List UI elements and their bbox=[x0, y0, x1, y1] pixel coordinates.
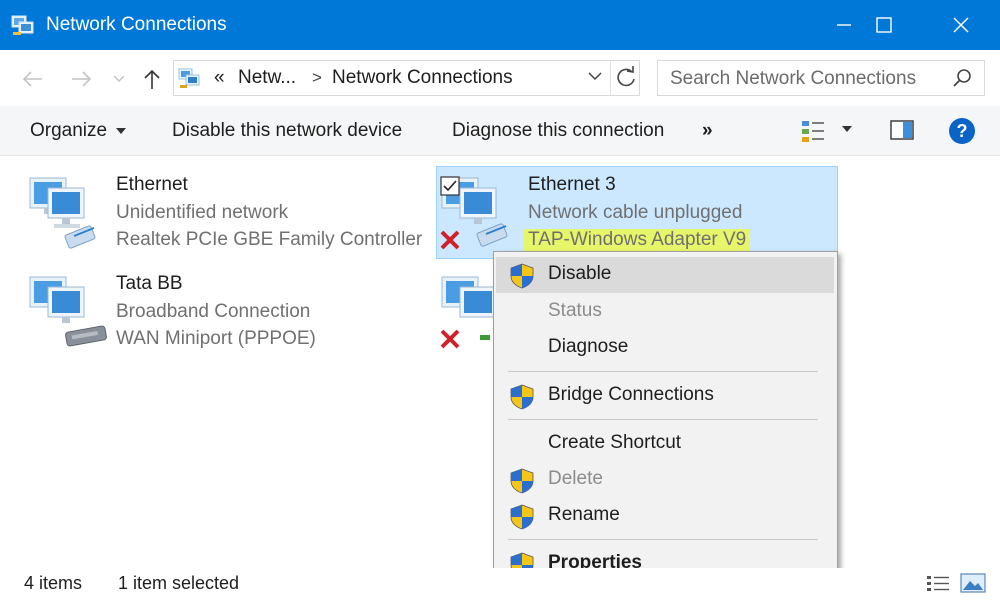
address-overflow-chevron[interactable]: « bbox=[214, 67, 225, 89]
menu-item-bridge-connections[interactable]: Bridge Connections bbox=[496, 378, 834, 414]
details-view-icon[interactable] bbox=[926, 574, 950, 594]
connection-item-ethernet[interactable]: Ethernet Unidentified network Realtek PC… bbox=[26, 174, 426, 258]
menu-item-status[interactable]: Status bbox=[496, 294, 834, 330]
up-arrow-icon bbox=[144, 69, 160, 89]
uac-shield-icon bbox=[510, 468, 534, 494]
context-menu: Disable Status Diagnose Bridge Connectio… bbox=[493, 251, 838, 590]
connection-device: WAN Miniport (PPPOE) bbox=[116, 328, 316, 349]
chevron-down-icon bbox=[113, 75, 125, 83]
connection-device: Realtek PCIe GBE Family Controller bbox=[116, 229, 423, 250]
refresh-icon[interactable] bbox=[614, 66, 638, 90]
menu-item-create-shortcut[interactable]: Create Shortcut bbox=[496, 426, 834, 462]
command-bar: Organize Disable this network device Dia… bbox=[0, 106, 1000, 156]
connection-name: Ethernet 3 bbox=[528, 174, 616, 195]
menu-item-delete[interactable]: Delete bbox=[496, 462, 834, 498]
network-folder-icon bbox=[11, 15, 34, 35]
uac-shield-icon bbox=[510, 504, 534, 530]
maximize-icon bbox=[876, 17, 892, 33]
menu-separator bbox=[508, 539, 818, 540]
menu-label: Bridge Connections bbox=[548, 384, 714, 405]
connection-name: Tata BB bbox=[116, 273, 183, 294]
connection-device-highlighted: TAP-Windows Adapter V9 bbox=[524, 229, 751, 251]
forward-arrow-icon bbox=[72, 71, 92, 87]
item-checkbox-icon[interactable] bbox=[440, 176, 460, 196]
address-divider bbox=[610, 61, 611, 95]
network-adapter-icon bbox=[29, 177, 96, 249]
uac-shield-icon bbox=[510, 263, 534, 289]
organize-button[interactable]: Organize bbox=[30, 120, 127, 142]
title-bar[interactable]: Network Connections bbox=[0, 0, 1000, 50]
window-title: Network Connections bbox=[46, 14, 227, 35]
menu-item-diagnose[interactable]: Diagnose bbox=[496, 330, 834, 366]
selection-count: 1 item selected bbox=[118, 573, 240, 593]
search-icon[interactable] bbox=[952, 68, 972, 88]
organize-label: Organize bbox=[30, 120, 108, 141]
search-input[interactable] bbox=[668, 65, 942, 93]
menu-label: Create Shortcut bbox=[548, 432, 682, 453]
status-bar: 4 items 1 item selected bbox=[0, 568, 1000, 603]
recent-locations-button[interactable] bbox=[110, 66, 128, 92]
connection-status: Broadband Connection bbox=[116, 301, 311, 322]
connection-item-ethernet-3[interactable]: Ethernet 3 Network cable unplugged TAP-W… bbox=[438, 174, 836, 258]
uac-shield-icon bbox=[510, 384, 534, 410]
minimize-icon bbox=[837, 24, 851, 26]
preview-pane-icon[interactable] bbox=[890, 120, 914, 140]
connection-name: Ethernet bbox=[116, 174, 188, 195]
menu-item-rename[interactable]: Rename bbox=[496, 498, 834, 534]
address-dropdown-icon[interactable] bbox=[588, 71, 602, 81]
help-icon[interactable]: ? bbox=[948, 117, 976, 145]
diagnose-connection-button[interactable]: Diagnose this connection bbox=[452, 120, 664, 142]
breadcrumb-netw[interactable]: Netw... bbox=[238, 67, 296, 89]
maximize-button[interactable] bbox=[853, 0, 915, 50]
broadband-connection-icon bbox=[29, 276, 107, 347]
connection-item-tata-bb[interactable]: Tata BB Broadband Connection WAN Minipor… bbox=[26, 273, 426, 357]
menu-label: Status bbox=[548, 300, 602, 321]
menu-separator bbox=[508, 371, 818, 372]
network-adapter-disconnected-icon bbox=[440, 276, 494, 349]
menu-label: Diagnose bbox=[548, 336, 629, 357]
breadcrumb-separator[interactable]: > bbox=[312, 68, 322, 88]
change-view-icon[interactable] bbox=[800, 118, 828, 144]
view-options-caret-icon[interactable] bbox=[842, 126, 852, 132]
svg-text:?: ? bbox=[957, 121, 968, 141]
item-count: 4 items bbox=[24, 573, 83, 593]
breadcrumb-network-connections[interactable]: Network Connections bbox=[332, 67, 513, 89]
up-button[interactable] bbox=[139, 66, 165, 92]
caret-down-icon bbox=[116, 127, 127, 134]
large-icons-view-icon[interactable] bbox=[960, 572, 986, 594]
menu-label: Delete bbox=[548, 468, 603, 489]
menu-label: Disable bbox=[548, 263, 612, 284]
menu-label: Rename bbox=[548, 504, 620, 525]
navigation-bar: « Netw... > Network Connections bbox=[0, 50, 1000, 106]
forward-button[interactable] bbox=[68, 66, 94, 92]
search-box[interactable] bbox=[657, 60, 985, 96]
more-commands-button[interactable]: » bbox=[702, 120, 713, 142]
network-connections-window: Network Connections « Netw... > Network … bbox=[0, 0, 1000, 603]
connection-status: Network cable unplugged bbox=[528, 202, 743, 223]
menu-separator bbox=[508, 419, 818, 420]
address-bar[interactable]: « Netw... > Network Connections bbox=[173, 60, 640, 96]
close-button[interactable] bbox=[930, 0, 992, 50]
back-arrow-icon bbox=[22, 71, 42, 87]
connection-item-hidden[interactable] bbox=[438, 273, 494, 357]
menu-item-disable[interactable]: Disable bbox=[496, 257, 834, 293]
disable-device-button[interactable]: Disable this network device bbox=[172, 120, 402, 142]
back-button[interactable] bbox=[20, 66, 46, 92]
close-icon bbox=[953, 17, 969, 33]
connection-status: Unidentified network bbox=[116, 202, 289, 223]
network-connections-icon bbox=[178, 68, 200, 88]
